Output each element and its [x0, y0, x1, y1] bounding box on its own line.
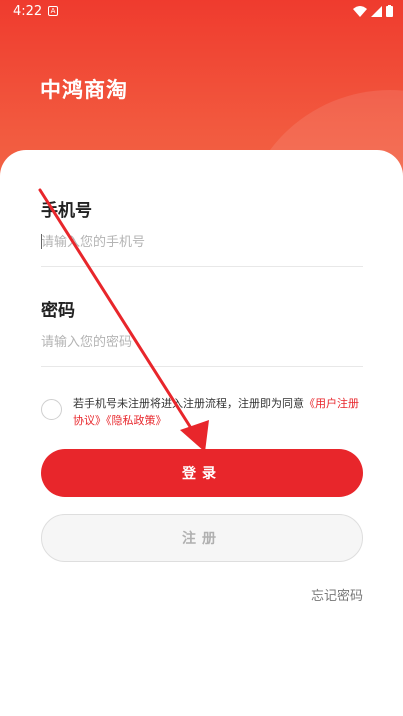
notification-icon: A: [48, 6, 58, 16]
battery-icon: [386, 5, 393, 17]
register-button[interactable]: 注册: [41, 514, 363, 562]
status-bar: 4:22 A: [0, 0, 403, 24]
signal-icon: [371, 5, 382, 17]
forgot-password-link[interactable]: 忘记密码: [311, 585, 363, 604]
password-divider: [41, 366, 363, 367]
status-icons: [353, 5, 393, 17]
password-input[interactable]: [41, 329, 363, 355]
password-label: 密码: [41, 301, 75, 321]
agreement-main-text: 若手机号未注册将进入注册流程，注册即为同意: [73, 397, 304, 410]
status-time: 4:22: [13, 4, 43, 19]
phone-label: 手机号: [41, 201, 92, 221]
login-button[interactable]: 登录: [41, 449, 363, 497]
app-title: 中鸿商淘: [40, 78, 128, 102]
text-caret: [41, 234, 42, 249]
wifi-icon: [353, 5, 367, 17]
phone-input[interactable]: [41, 229, 363, 255]
agreement-checkbox[interactable]: [41, 399, 62, 420]
agreement-text: 若手机号未注册将进入注册流程，注册即为同意《用户注册协议》《隐私政策》: [73, 395, 368, 429]
privacy-policy-link[interactable]: 《隐私政策》: [106, 414, 167, 427]
phone-divider: [41, 266, 363, 267]
